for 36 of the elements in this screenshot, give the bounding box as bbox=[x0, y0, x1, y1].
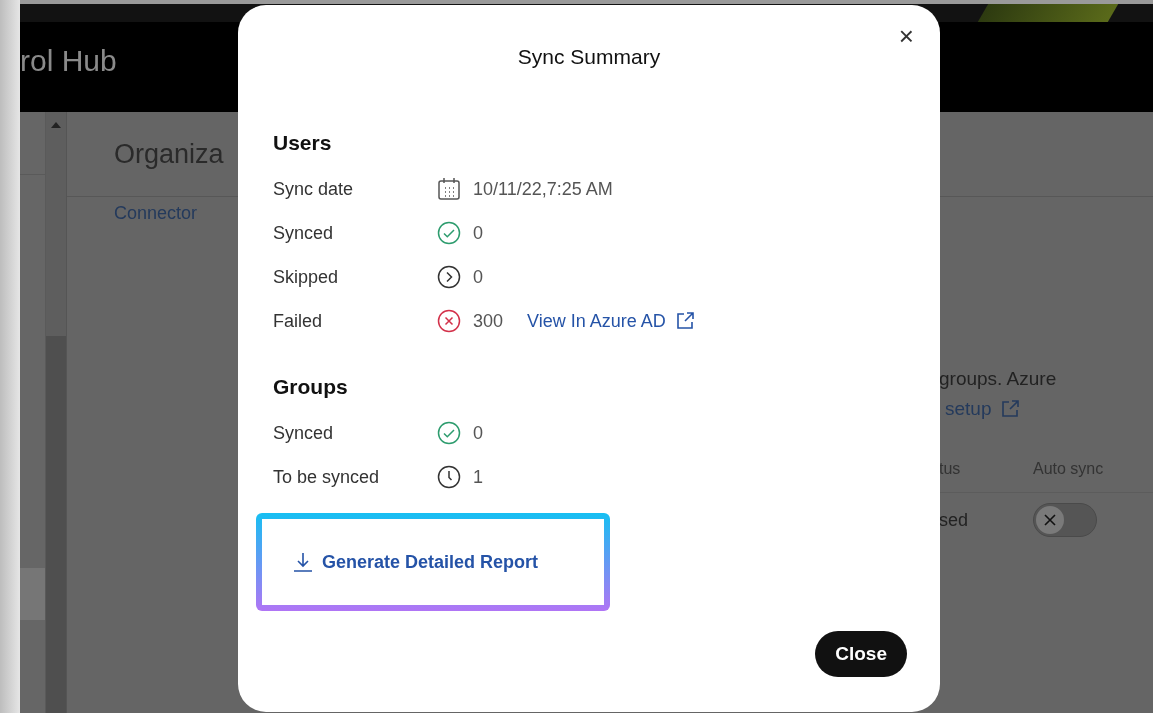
check-circle-icon bbox=[437, 421, 461, 445]
row-label: Synced bbox=[273, 422, 335, 444]
azure-link[interactable]: View In Azure AD bbox=[527, 310, 694, 332]
auto-sync-toggle[interactable] bbox=[1033, 503, 1097, 537]
app-title: rol Hub bbox=[20, 44, 117, 78]
row-label: Skipped bbox=[273, 266, 340, 288]
clock-icon bbox=[437, 465, 461, 489]
close-icon bbox=[1043, 513, 1057, 527]
row-value: 10/11/22,7:25 AM bbox=[473, 178, 613, 200]
close-button[interactable]: Close bbox=[815, 631, 907, 677]
row-label: Failed bbox=[273, 310, 324, 332]
row-value: 0 bbox=[473, 422, 483, 444]
row-value: 0 bbox=[473, 222, 483, 244]
section-heading: Groups bbox=[273, 375, 349, 399]
scrollbar-thumb[interactable] bbox=[46, 336, 66, 713]
calendar-icon bbox=[437, 177, 461, 201]
download-icon bbox=[292, 551, 314, 573]
row-label: To be synced bbox=[273, 466, 381, 488]
row-value: 1 bbox=[473, 466, 483, 488]
section-heading: Users bbox=[273, 131, 333, 155]
report-link[interactable]: Generate Detailed Report bbox=[292, 551, 539, 573]
description-text: groups. Azure bbox=[939, 368, 1058, 390]
check-circle-icon bbox=[437, 221, 461, 245]
table-cell-text: sed bbox=[939, 509, 970, 531]
external-link-icon bbox=[1001, 400, 1020, 418]
row-label: Sync date bbox=[273, 178, 355, 200]
row-label: Synced bbox=[273, 222, 335, 244]
close-button[interactable]: × bbox=[894, 23, 918, 49]
error-circle-icon bbox=[437, 309, 461, 333]
page-title: Organiza bbox=[114, 138, 224, 170]
chevron-circle-icon bbox=[437, 265, 461, 289]
scroll-up-icon[interactable] bbox=[51, 122, 61, 128]
external-link-icon bbox=[675, 312, 694, 330]
dialog-title: Sync Summary bbox=[516, 45, 662, 69]
row-value: 0 bbox=[473, 266, 483, 288]
row-value: 300 bbox=[473, 310, 504, 332]
